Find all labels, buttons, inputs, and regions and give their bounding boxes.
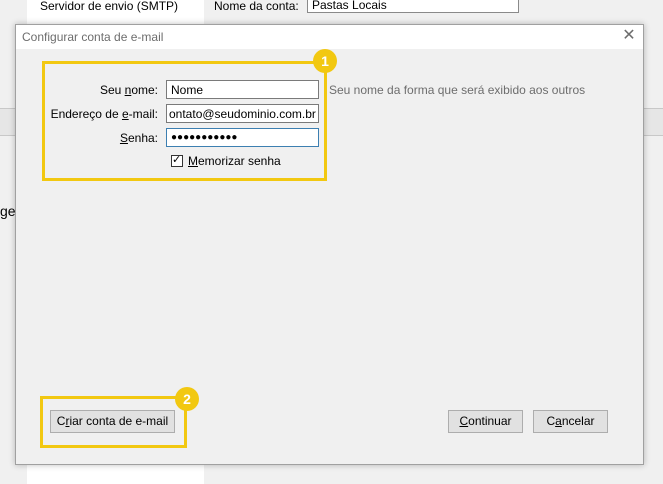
remember-password-label: Memorizar senha (188, 154, 281, 168)
dialog-title: Configurar conta de e-mail (22, 30, 164, 44)
checkmark-icon: ✓ (172, 154, 182, 166)
email-label: Endereço de e-mail: (50, 107, 158, 121)
dialog-titlebar: Configurar conta de e-mail ✕ (16, 25, 643, 49)
email-input[interactable]: ontato@seudominio.com.br (166, 104, 319, 123)
create-account-button[interactable]: Criar conta de e-mail (50, 410, 175, 433)
setup-email-dialog: Configurar conta de e-mail ✕ 1 Seu nome:… (15, 24, 644, 465)
close-icon[interactable]: ✕ (620, 27, 638, 45)
name-hint: Seu nome da forma que será exibido aos o… (329, 83, 586, 97)
cancel-button[interactable]: Cancelar (533, 410, 608, 433)
sidebar-item-smtp[interactable]: Servidor de envio (SMTP) (40, 0, 178, 13)
continue-button[interactable]: Continuar (448, 410, 523, 433)
callout-badge-2: 2 (175, 387, 199, 411)
account-name-field[interactable]: Pastas Locais (307, 0, 519, 13)
account-name-label: Nome da conta: (214, 0, 299, 13)
name-label: Seu nome: (99, 83, 158, 97)
password-label: Senha: (119, 131, 158, 145)
remember-password-checkbox[interactable]: ✓ (171, 154, 183, 167)
background-cut-text: ge (0, 203, 16, 219)
callout-badge-1: 1 (313, 49, 337, 73)
password-input[interactable]: ●●●●●●●●●●● (166, 128, 319, 147)
name-input[interactable]: Nome (166, 80, 319, 99)
